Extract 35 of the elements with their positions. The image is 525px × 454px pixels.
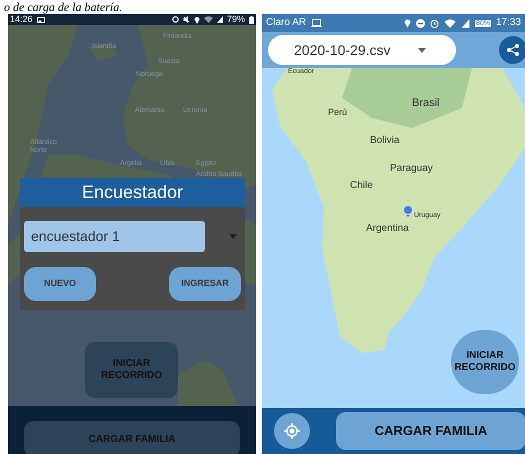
signal-icon xyxy=(460,18,470,28)
status-time: 14:26 xyxy=(10,15,33,24)
crosshair-icon xyxy=(284,423,300,439)
new-button[interactable]: NUEVO xyxy=(24,267,96,301)
battery-icon xyxy=(249,16,254,24)
location-icon xyxy=(194,16,200,24)
locate-button[interactable] xyxy=(274,413,310,449)
signal-icon xyxy=(216,16,223,23)
surveyor-select-field[interactable]: encuestador 1 xyxy=(24,221,205,252)
map-label: Argentina xyxy=(366,224,409,234)
enter-button[interactable]: INGRESAR xyxy=(169,267,241,301)
wifi-icon xyxy=(204,16,213,23)
status-time: 17:33 xyxy=(496,18,521,28)
caption: o de carga de la batería. xyxy=(4,0,124,14)
map-label: Paraguay xyxy=(390,164,433,174)
laptop-icon xyxy=(311,19,322,27)
start-route-button[interactable]: INICIAR RECORRIDO xyxy=(451,330,519,394)
carrier-name: Claro AR xyxy=(266,18,306,28)
location-icon xyxy=(404,18,411,28)
location-dot-icon xyxy=(404,206,412,217)
load-family-button[interactable]: CARGAR FAMILIA xyxy=(336,412,525,450)
file-dropdown[interactable]: 2020-10-29.csv xyxy=(268,35,456,65)
wifi-icon xyxy=(444,18,456,28)
dropdown-caret-icon xyxy=(418,48,426,52)
map-label: Chile xyxy=(350,181,373,191)
dialog-title: Encuestador xyxy=(20,178,245,207)
mute-icon xyxy=(182,16,190,23)
do-not-disturb-icon xyxy=(416,18,425,28)
map-label: Bolivia xyxy=(370,136,400,146)
map-label: Perú xyxy=(328,108,348,117)
battery-level: 79% xyxy=(226,15,245,24)
map-label: Brasil xyxy=(412,98,440,109)
image-icon xyxy=(36,16,45,22)
share-icon xyxy=(506,43,520,57)
share-button[interactable] xyxy=(499,36,525,64)
